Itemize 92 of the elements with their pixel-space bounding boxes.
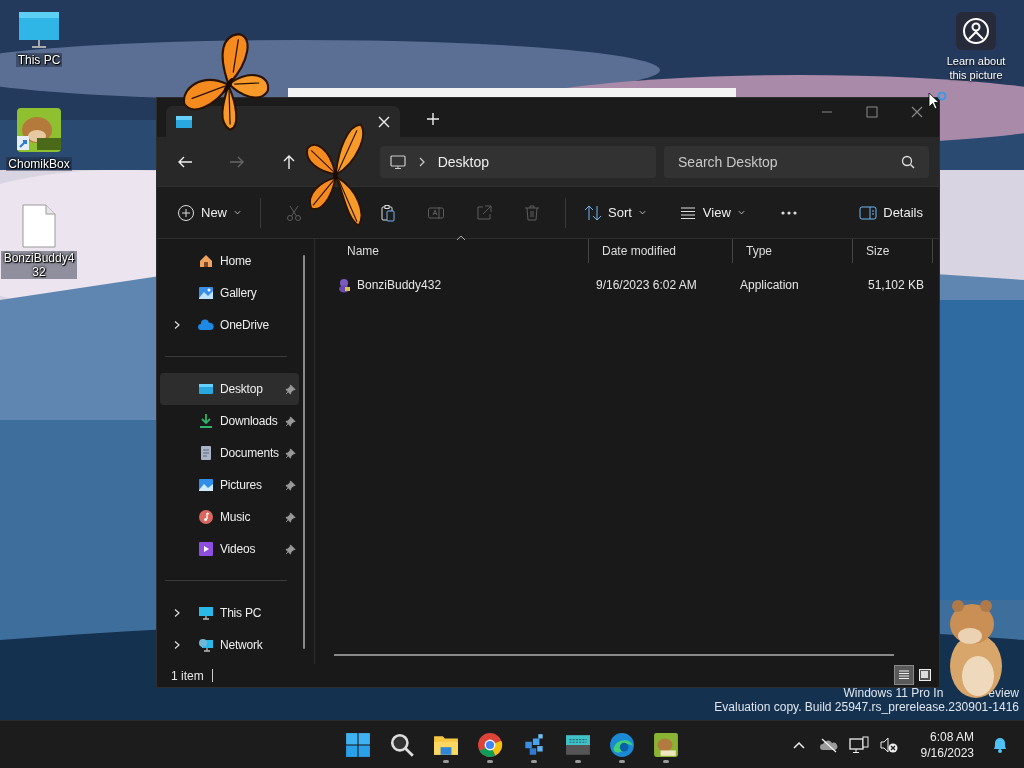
table-cell-text: 51,102 KB (866, 278, 925, 292)
hamster-app-icon (653, 732, 679, 758)
chevron-right-icon (417, 156, 426, 167)
sidebar-item[interactable]: OneDrive (160, 309, 299, 341)
scrollbar[interactable] (303, 255, 305, 649)
column-header[interactable]: Date modified (589, 239, 733, 263)
hamster-app-icon[interactable] (15, 106, 63, 154)
learn-about-picture-label[interactable]: Learn about this picture (940, 54, 1012, 82)
pin-icon (285, 448, 296, 459)
cloud-offline-icon[interactable] (818, 736, 839, 754)
document-icon (198, 445, 214, 461)
column-header[interactable]: Size (853, 239, 933, 263)
details-view-button[interactable] (895, 666, 913, 684)
watermark-text: Evaluation copy. Build 25947.rs_prerelease.230901-1416 (714, 700, 1019, 714)
pin-icon (285, 544, 296, 555)
search-field[interactable]: Search Desktop (664, 145, 929, 178)
breadcrumb[interactable]: Desktop (437, 153, 489, 170)
file-name[interactable]: BonziBuddy432 (357, 278, 442, 292)
close-icon[interactable] (378, 115, 390, 128)
tile-icon (918, 668, 932, 682)
cloud-icon (198, 317, 214, 333)
folder-icon (176, 114, 192, 129)
caret-icon (637, 208, 647, 217)
chevron-right-icon[interactable] (172, 608, 182, 618)
details-pane-icon (859, 204, 878, 221)
search-icon (389, 732, 415, 758)
speaker-muted-icon[interactable] (878, 736, 899, 754)
sidebar-item[interactable]: Documents (160, 437, 299, 469)
video-icon (198, 541, 214, 557)
cursor-busy-icon (928, 92, 948, 112)
scrollbar[interactable] (334, 654, 894, 656)
pin-icon (285, 512, 296, 523)
item-count: 1 item (171, 668, 204, 683)
desktop-icon-label[interactable]: This PC (15, 53, 63, 67)
monitor-icon[interactable] (18, 10, 60, 50)
sidebar-item[interactable]: Home (160, 245, 299, 277)
caret-icon (736, 208, 746, 217)
chevron-right-icon[interactable] (172, 640, 182, 650)
sort-arrows-icon (584, 203, 602, 222)
download-icon (198, 413, 214, 429)
column-header[interactable]: Type (733, 239, 853, 263)
address-bar[interactable]: Desktop (379, 145, 656, 178)
edge-icon (609, 732, 635, 758)
column-header[interactable]: Name (334, 239, 589, 263)
plus-circle-icon (177, 203, 195, 222)
close-icon (910, 106, 923, 118)
network-monitor-icon[interactable] (848, 736, 869, 754)
search-icon[interactable] (901, 154, 915, 169)
pin-icon (285, 416, 296, 427)
clipboard-icon[interactable] (379, 203, 397, 222)
desktop-icon-label[interactable]: ChomikBox (6, 157, 72, 171)
monitor-icon (389, 153, 406, 170)
home-icon (198, 253, 214, 269)
sidebar-item[interactable]: Network (160, 629, 299, 661)
computer-icon (198, 605, 214, 621)
gallery-icon (198, 285, 214, 301)
music-icon (198, 509, 214, 525)
caret-icon (233, 208, 242, 217)
sidebar-item[interactable]: Downloads (160, 405, 299, 437)
sidebar-item[interactable]: Videos (160, 533, 299, 565)
sort-button[interactable]: Sort (578, 195, 653, 230)
window-tab[interactable] (166, 106, 400, 137)
table-cell-text: 9/16/2023 6:02 AM (595, 278, 698, 292)
pin-icon (285, 384, 296, 395)
watermark-text: eview (988, 686, 1019, 700)
sidebar-item[interactable]: This PC (160, 597, 299, 629)
learn-about-picture-button[interactable] (956, 12, 996, 50)
maximize-icon (865, 106, 878, 118)
more-icon (779, 209, 798, 216)
clock[interactable]: 6:08 AM 9/16/2023 (920, 729, 974, 761)
list-icon (897, 668, 911, 682)
tiles-view-button[interactable] (916, 666, 934, 684)
network-icon (198, 637, 214, 653)
pin-icon (285, 480, 296, 491)
new-button[interactable]: New (171, 195, 248, 230)
keyboard-window-icon (565, 732, 591, 758)
figure-icon (336, 277, 352, 293)
watermark-text: Windows 11 Pro In (843, 686, 944, 700)
sidebar-item[interactable]: Desktop (160, 373, 299, 405)
view-button[interactable]: View (672, 195, 752, 230)
windows-start-icon (345, 732, 371, 758)
sidebar-item[interactable]: Pictures (160, 469, 299, 501)
sidebar-item[interactable]: Music (160, 501, 299, 533)
desktop-folder-icon (198, 381, 214, 397)
chevron-right-icon[interactable] (172, 320, 182, 330)
table-cell-text: Application (739, 278, 800, 292)
sidebar-item[interactable]: Gallery (160, 277, 299, 309)
sort-caret-icon (456, 235, 466, 241)
chrome-icon (477, 732, 503, 758)
picture-folder-icon (198, 477, 214, 493)
plus-icon (426, 112, 440, 126)
details-button[interactable]: Details (853, 195, 929, 230)
